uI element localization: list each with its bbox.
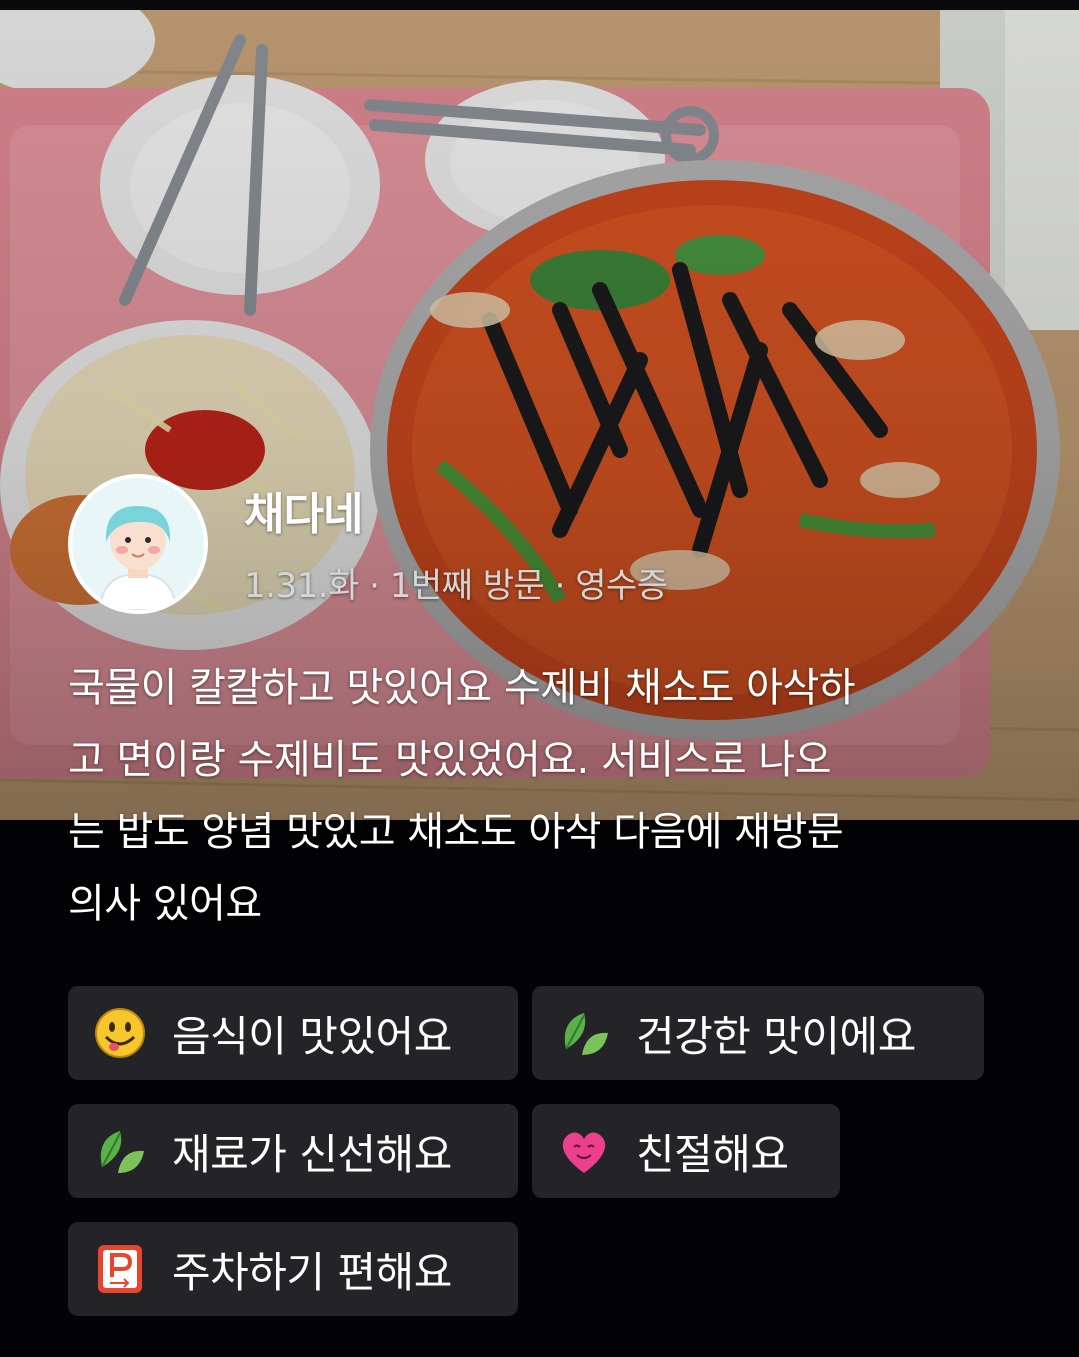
tag-label: 음식이 맛있어요 <box>172 1011 452 1061</box>
review-line: 는 밥도 양념 맛있고 채소도 아삭 다음에 재방문 <box>68 809 844 855</box>
review-line: 의사 있어요 <box>68 881 262 927</box>
tag-label: 건강한 맛이에요 <box>636 1011 916 1061</box>
tag-label: 주차하기 편해요 <box>172 1247 452 1297</box>
review-text: 국물이 칼칼하고 맛있어요 수제비 채소도 아삭하 고 면이랑 수제비도 맛있었… <box>68 652 1018 940</box>
tag-label: 친절해요 <box>636 1129 789 1179</box>
leaf-icon <box>564 1013 608 1055</box>
avatar[interactable] <box>68 474 208 614</box>
author-name[interactable]: 채다네 <box>244 478 363 542</box>
review-line: 고 면이랑 수제비도 맛있었어요. 서비스로 나오 <box>68 737 832 783</box>
tag-fresh[interactable]: 재료가 신선해요 <box>68 1104 518 1198</box>
status-bar <box>0 0 1079 10</box>
parking-sign-icon <box>98 1245 142 1293</box>
tag-healthy[interactable]: 건강한 맛이에요 <box>532 986 984 1080</box>
tag-kind[interactable]: 친절해요 <box>532 1104 840 1198</box>
smiley-face-icon <box>95 1008 145 1058</box>
review-line: 국물이 칼칼하고 맛있어요 수제비 채소도 아삭하 <box>68 665 856 711</box>
tag-label: 재료가 신선해요 <box>172 1129 452 1179</box>
heart-face-icon <box>562 1132 606 1173</box>
visit-meta: 1.31.화 · 1번째 방문 · 영수증 <box>244 566 668 606</box>
tag-delicious[interactable]: 음식이 맛있어요 <box>68 986 518 1080</box>
tag-parking[interactable]: 주차하기 편해요 <box>68 1222 518 1316</box>
leaf-icon <box>100 1131 144 1173</box>
